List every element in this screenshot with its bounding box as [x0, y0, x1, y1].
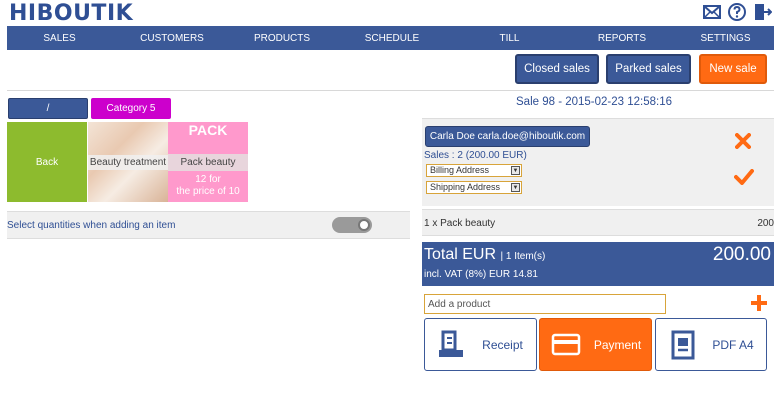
quantity-toggle[interactable] — [332, 217, 372, 233]
receipt-button-label: Receipt — [482, 337, 523, 352]
add-product-input[interactable] — [424, 294, 666, 314]
mail-icon[interactable] — [702, 2, 722, 22]
main-nav: SALES CUSTOMERS PRODUCTS SCHEDULE TILL R… — [7, 26, 774, 50]
total-item-count: | 1 Item(s) — [500, 251, 546, 262]
total-panel: Total EUR | 1 Item(s) 200.00 incl. VAT (… — [422, 242, 774, 286]
quantity-option-row: Select quantities when adding an item — [7, 211, 410, 239]
product-tile-pack-beauty[interactable]: PACK Pack beauty 12 for the price of 10 — [168, 122, 248, 202]
receipt-button[interactable]: Receipt — [424, 318, 537, 371]
nav-schedule[interactable]: SCHEDULE — [332, 26, 452, 50]
logout-icon[interactable] — [752, 2, 772, 22]
category-5-tab[interactable]: Category 5 — [91, 98, 171, 119]
header-icons — [702, 2, 772, 22]
pdf-a4-button[interactable]: PDF A4 — [655, 318, 767, 371]
line-amount: 200 — [757, 218, 774, 229]
customer-button[interactable]: Carla Doe carla.doe@hiboutik.com — [425, 126, 590, 147]
total-label: Total EUR | 1 Item(s) — [424, 246, 545, 264]
nav-till[interactable]: TILL — [452, 26, 567, 50]
back-tile[interactable]: Back — [7, 122, 87, 202]
document-icon — [671, 330, 695, 359]
shipping-address-select[interactable]: Shipping Address ▼ — [426, 181, 522, 194]
app-logo: HIBOUTIK — [9, 1, 134, 26]
quantity-option-label: Select quantities when adding an item — [7, 220, 176, 231]
check-icon[interactable] — [734, 169, 754, 188]
nav-sales[interactable]: SALES — [7, 26, 112, 50]
shipping-address-value: Shipping Address — [430, 182, 501, 192]
payment-button-label: Payment — [593, 337, 642, 352]
credit-card-icon — [551, 333, 581, 355]
toggle-knob — [358, 219, 370, 231]
billing-address-select[interactable]: Billing Address ▼ — [426, 164, 522, 177]
plus-icon[interactable] — [750, 294, 768, 315]
product-tile-beauty-treatment[interactable]: Beauty treatment — [88, 122, 168, 202]
nav-reports[interactable]: REPORTS — [567, 26, 677, 50]
billing-address-value: Billing Address — [430, 165, 490, 175]
payment-button[interactable]: Payment — [539, 318, 652, 371]
new-sale-button[interactable]: New sale — [699, 54, 767, 84]
chevron-down-icon: ▼ — [511, 166, 520, 175]
category-root-tab[interactable]: / — [8, 98, 88, 119]
product-tile-label: Pack beauty — [168, 154, 248, 171]
customer-panel: Carla Doe carla.doe@hiboutik.com Sales :… — [422, 118, 774, 206]
total-currency-label: Total EUR — [424, 246, 497, 263]
customer-sales-count: Sales : 2 (200.00 EUR) — [424, 150, 527, 161]
pdf-a4-button-label: PDF A4 — [712, 337, 754, 352]
line-description: 1 x Pack beauty — [424, 218, 496, 229]
product-tile-label: Beauty treatment — [88, 155, 168, 170]
product-tile-title: PACK — [188, 122, 228, 138]
nav-settings[interactable]: SETTINGS — [677, 26, 774, 50]
sale-line-row[interactable]: 1 x Pack beauty 200 — [422, 209, 774, 236]
nav-customers[interactable]: CUSTOMERS — [112, 26, 232, 50]
total-amount: 200.00 — [712, 244, 771, 265]
total-vat: incl. VAT (8%) EUR 14.81 — [424, 269, 538, 280]
sale-title: Sale 98 - 2015-02-23 12:58:16 — [516, 96, 673, 108]
product-tile-description: 12 for the price of 10 — [168, 174, 248, 198]
product-tile-desc-line: the price of 10 — [176, 186, 240, 197]
nav-products[interactable]: PRODUCTS — [232, 26, 332, 50]
remove-customer-icon[interactable] — [735, 133, 751, 152]
closed-sales-button[interactable]: Closed sales — [515, 54, 599, 84]
receipt-icon — [439, 330, 463, 357]
divider — [7, 90, 774, 91]
chevron-down-icon: ▼ — [511, 183, 520, 192]
parked-sales-button[interactable]: Parked sales — [606, 54, 691, 84]
product-tile-desc-line: 12 for — [195, 174, 221, 185]
help-icon[interactable] — [727, 2, 747, 22]
